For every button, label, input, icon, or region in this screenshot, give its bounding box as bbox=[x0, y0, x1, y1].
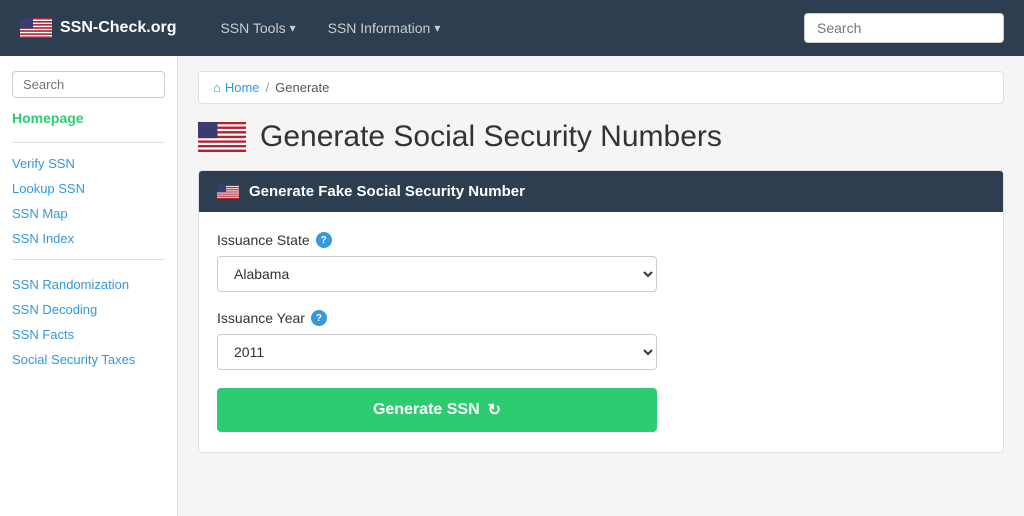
sidebar-link-lookup-ssn[interactable]: Lookup SSN bbox=[12, 176, 165, 201]
sidebar-link-ssn-facts[interactable]: SSN Facts bbox=[12, 322, 165, 347]
refresh-icon: ↻ bbox=[488, 400, 501, 420]
flag-icon bbox=[20, 18, 52, 38]
sidebar-link-social-security-taxes[interactable]: Social Security Taxes bbox=[12, 347, 165, 372]
sidebar-secondary-links: SSN Randomization SSN Decoding SSN Facts… bbox=[12, 272, 165, 372]
card-flag-icon bbox=[217, 185, 239, 199]
generate-btn-label: Generate SSN bbox=[373, 401, 480, 419]
breadcrumb: ⌂ Home / Generate bbox=[198, 71, 1004, 104]
issuance-year-help-icon[interactable]: ? bbox=[311, 310, 327, 326]
nav-search-area bbox=[804, 13, 1004, 43]
page-title: Generate Social Security Numbers bbox=[260, 120, 722, 154]
card-header-title: Generate Fake Social Security Number bbox=[249, 183, 525, 200]
card-header: Generate Fake Social Security Number bbox=[199, 171, 1003, 212]
sidebar: Homepage Verify SSN Lookup SSN SSN Map S… bbox=[0, 56, 178, 516]
navbar: SSN-Check.org SSN Tools SSN Information bbox=[0, 0, 1024, 56]
sidebar-link-ssn-index[interactable]: SSN Index bbox=[12, 226, 165, 251]
generate-ssn-card: Generate Fake Social Security Number Iss… bbox=[198, 170, 1004, 453]
breadcrumb-separator: / bbox=[266, 80, 270, 95]
nav-item-ssn-information[interactable]: SSN Information bbox=[314, 12, 455, 44]
issuance-state-select[interactable]: Alabama Alaska Arizona Arkansas Californ… bbox=[217, 256, 657, 292]
brand-name: SSN-Check.org bbox=[60, 19, 176, 37]
sidebar-divider-2 bbox=[12, 259, 165, 260]
issuance-year-select[interactable]: 2011 2010 2009 2008 bbox=[217, 334, 657, 370]
issuance-state-label: Issuance State ? bbox=[217, 232, 985, 248]
card-body: Issuance State ? Alabama Alaska Arizona … bbox=[199, 212, 1003, 452]
issuance-state-help-icon[interactable]: ? bbox=[316, 232, 332, 248]
main-content: ⌂ Home / Generate bbox=[178, 56, 1024, 516]
sidebar-link-ssn-randomization[interactable]: SSN Randomization bbox=[12, 272, 165, 297]
home-icon: ⌂ bbox=[213, 80, 221, 95]
nav-links: SSN Tools SSN Information bbox=[206, 12, 804, 44]
sidebar-link-ssn-map[interactable]: SSN Map bbox=[12, 201, 165, 226]
issuance-year-label: Issuance Year ? bbox=[217, 310, 985, 326]
breadcrumb-current: Generate bbox=[275, 80, 329, 95]
sidebar-link-verify-ssn[interactable]: Verify SSN bbox=[12, 151, 165, 176]
issuance-state-group: Issuance State ? Alabama Alaska Arizona … bbox=[217, 232, 985, 292]
layout: Homepage Verify SSN Lookup SSN SSN Map S… bbox=[0, 56, 1024, 516]
brand[interactable]: SSN-Check.org bbox=[20, 18, 176, 38]
page-title-area: Generate Social Security Numbers bbox=[198, 120, 1004, 154]
sidebar-homepage-link[interactable]: Homepage bbox=[12, 110, 165, 126]
issuance-year-group: Issuance Year ? 2011 2010 2009 2008 bbox=[217, 310, 985, 370]
page-flag-icon bbox=[198, 122, 246, 152]
sidebar-search-input[interactable] bbox=[12, 71, 165, 98]
sidebar-link-ssn-decoding[interactable]: SSN Decoding bbox=[12, 297, 165, 322]
breadcrumb-home-link[interactable]: ⌂ Home bbox=[213, 80, 260, 95]
nav-item-ssn-tools[interactable]: SSN Tools bbox=[206, 12, 309, 44]
generate-ssn-button[interactable]: Generate SSN ↻ bbox=[217, 388, 657, 432]
nav-search-input[interactable] bbox=[804, 13, 1004, 43]
sidebar-divider-1 bbox=[12, 142, 165, 143]
breadcrumb-home-label: Home bbox=[225, 80, 260, 95]
sidebar-search-area bbox=[12, 71, 165, 98]
